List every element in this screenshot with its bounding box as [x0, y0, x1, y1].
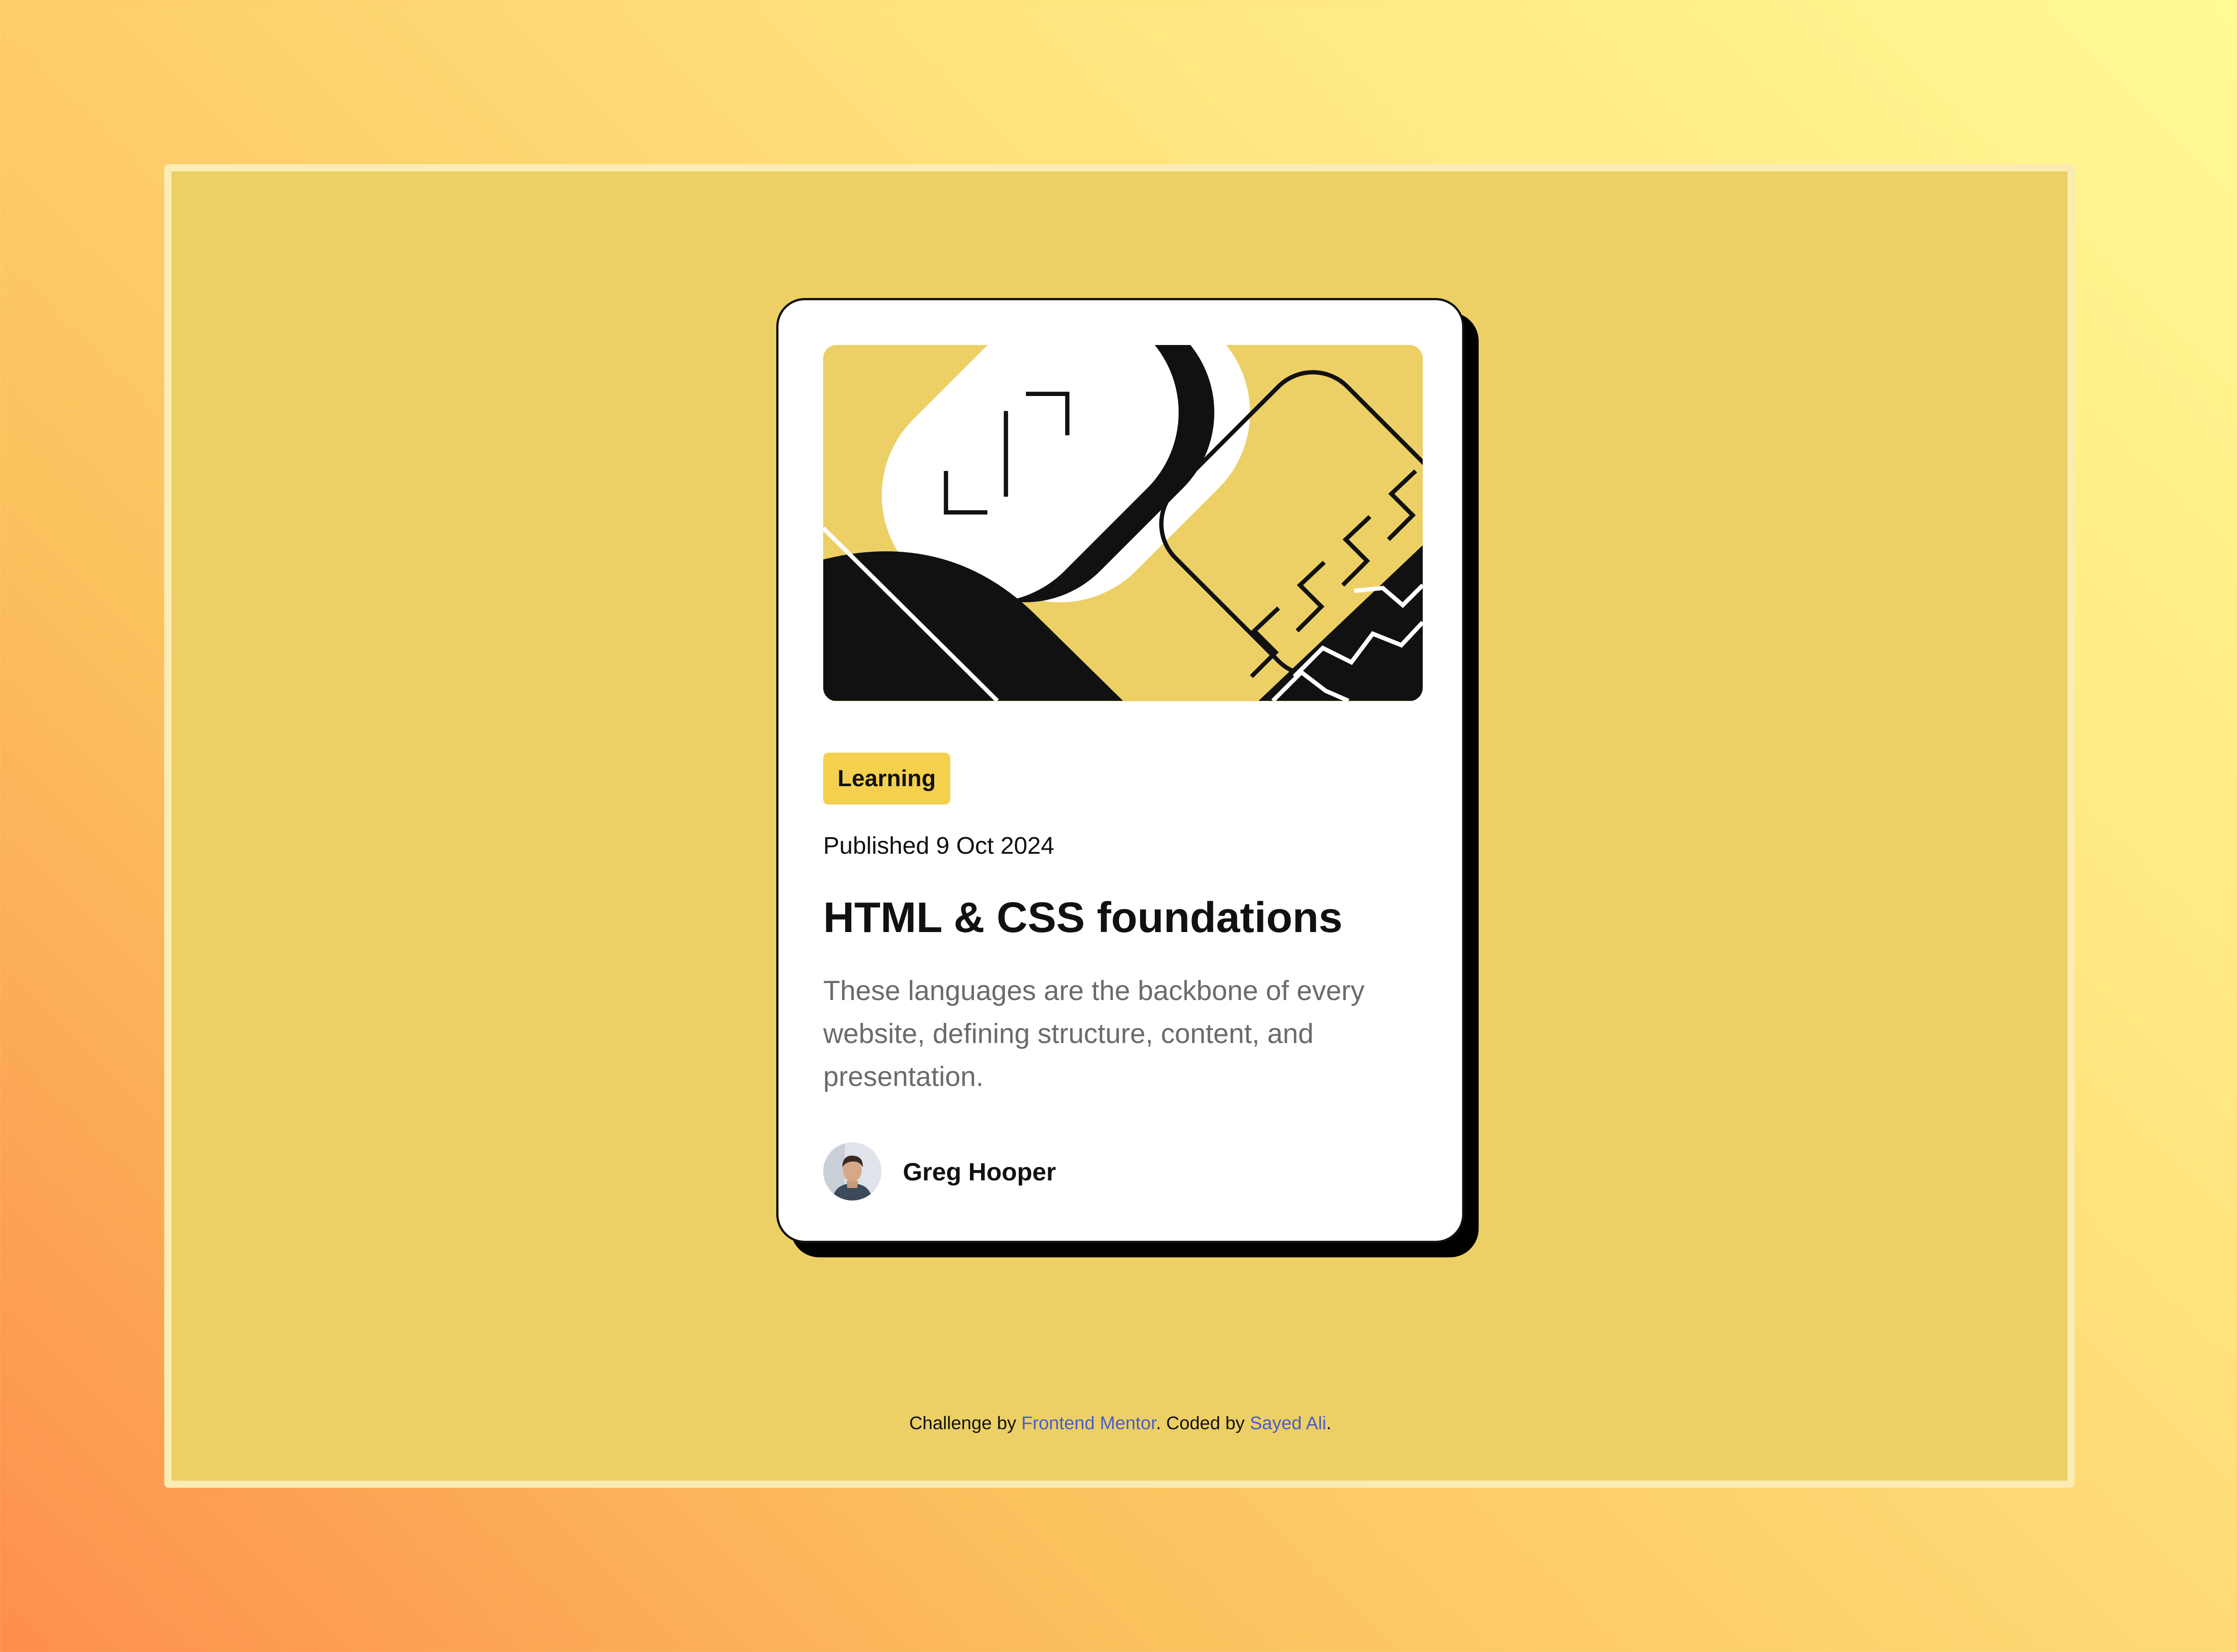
card-title[interactable]: HTML & CSS foundations	[823, 891, 1343, 945]
author: Greg Hooper	[823, 1142, 1056, 1201]
attribution-prefix: Challenge by	[909, 1413, 1021, 1433]
attribution-middle: . Coded by	[1156, 1413, 1250, 1433]
published-date: Published 9 Oct 2024	[823, 832, 1055, 859]
category-tag: Learning	[823, 753, 950, 805]
coder-link[interactable]: Sayed Ali	[1250, 1413, 1326, 1433]
attribution-suffix: .	[1326, 1413, 1331, 1433]
frontend-mentor-link[interactable]: Frontend Mentor	[1021, 1413, 1156, 1433]
card-description: These languages are the backbone of ever…	[823, 975, 1365, 1092]
attribution: Challenge by Frontend Mentor. Coded by S…	[0, 1409, 2237, 1436]
html-css-illustration-icon	[823, 345, 1423, 701]
avatar-icon	[823, 1142, 881, 1201]
author-name: Greg Hooper	[903, 1157, 1056, 1186]
blog-preview-card: Learning Published 9 Oct 2024 HTML & CSS…	[776, 298, 1464, 1243]
